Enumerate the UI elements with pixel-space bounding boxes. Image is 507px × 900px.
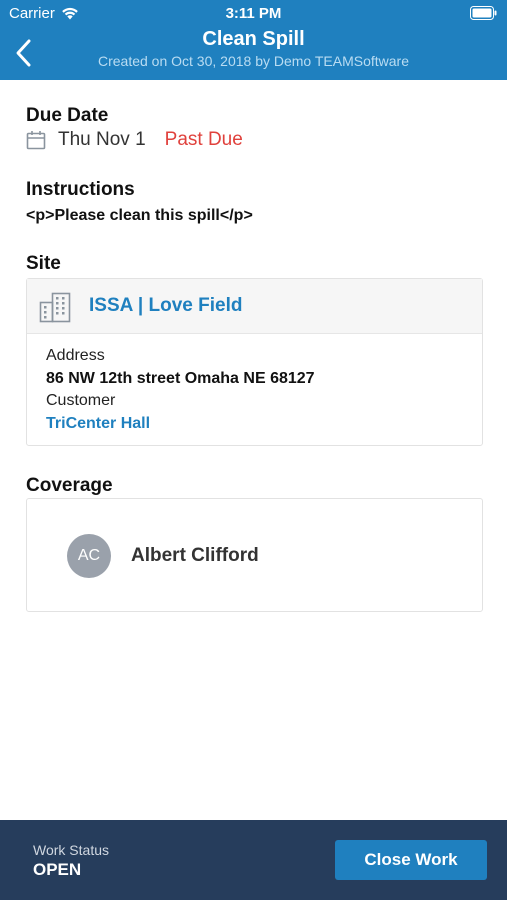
coverage-heading: Coverage — [26, 475, 113, 496]
address-label: Address — [46, 347, 105, 364]
customer-link[interactable]: TriCenter Hall — [46, 415, 150, 433]
site-card-header[interactable]: ISSA | Love Field — [27, 279, 482, 334]
battery-icon — [470, 6, 497, 20]
page-title: Clean Spill — [202, 28, 305, 50]
site-heading: Site — [26, 253, 61, 274]
due-date-value: Thu Nov 1 — [58, 129, 146, 150]
page-subtitle: Created on Oct 30, 2018 by Demo TEAMSoft… — [97, 53, 409, 69]
address-value: 86 NW 12th street Omaha NE 68127 — [46, 370, 315, 387]
coverage-card[interactable]: AC Albert Clifford — [26, 498, 483, 612]
instructions-text: <p>Please clean this spill</p> — [26, 207, 253, 224]
navigation-header: Carrier 3:11 PM Clean Spill Created on O… — [0, 0, 507, 80]
work-status-footer: Work Status OPEN Close Work — [0, 820, 507, 900]
building-icon — [39, 292, 71, 323]
past-due-badge: Past Due — [164, 129, 243, 150]
due-date-row: Thu Nov 1 Past Due — [26, 129, 243, 151]
due-date-heading: Due Date — [26, 105, 109, 126]
status-bar: Carrier 3:11 PM — [0, 0, 507, 26]
coverage-person-name: Albert Clifford — [131, 545, 259, 566]
status-time: 3:11 PM — [225, 5, 282, 22]
work-status-label: Work Status — [33, 842, 109, 858]
site-card: ISSA | Love Field Address 86 NW 12th str… — [26, 278, 483, 446]
work-status-value: OPEN — [33, 860, 82, 879]
instructions-heading: Instructions — [26, 179, 135, 200]
close-work-button[interactable]: Close Work — [335, 840, 487, 880]
avatar: AC — [67, 534, 111, 578]
site-name-link[interactable]: ISSA | Love Field — [89, 295, 242, 317]
customer-label: Customer — [46, 392, 116, 409]
calendar-icon — [26, 131, 46, 150]
